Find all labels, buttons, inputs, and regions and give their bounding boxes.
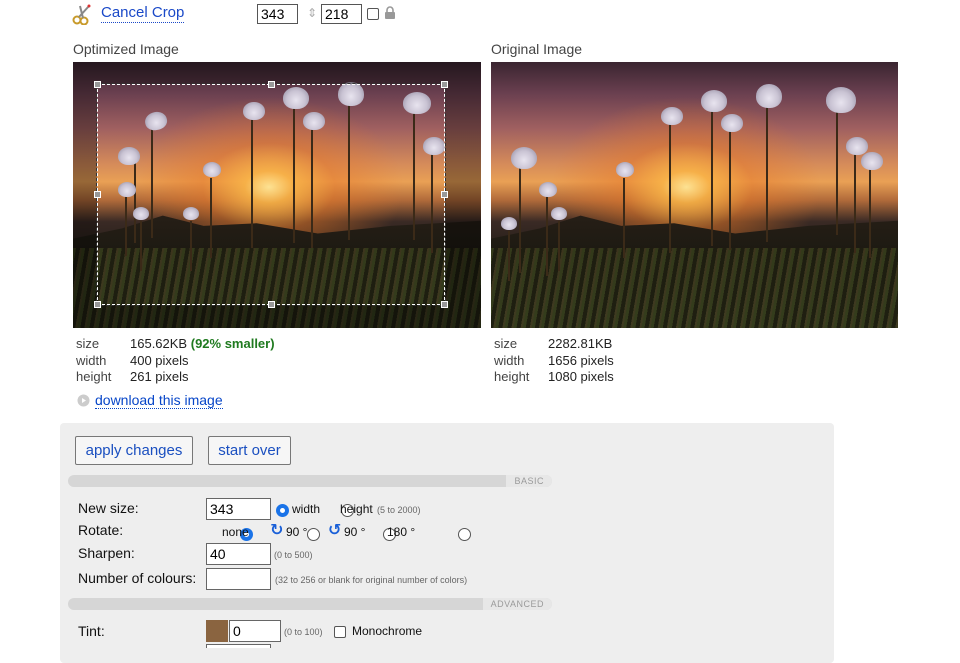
- basic-section-bar[interactable]: BASIC: [68, 475, 552, 487]
- next-row-input[interactable]: [206, 644, 271, 648]
- rotate-ccw-label: 90 °: [344, 525, 366, 539]
- new-size-label: New size:: [78, 500, 139, 516]
- optimized-image-title: Optimized Image: [73, 41, 179, 57]
- height-value: 1080 pixels: [548, 369, 614, 384]
- size-height-label: height: [340, 502, 373, 516]
- sharpen-input[interactable]: [206, 543, 271, 565]
- size-value: 165.62KB: [130, 336, 188, 351]
- width-value: 1656 pixels: [548, 352, 614, 368]
- rotate-cw-icon: ↻: [270, 522, 284, 539]
- download-image-link[interactable]: download this image: [95, 392, 223, 409]
- advanced-section-label: ADVANCED: [482, 598, 552, 610]
- size-value: 2282.81KB: [548, 336, 613, 351]
- colours-hint: (32 to 256 or blank for original number …: [275, 575, 468, 585]
- crop-height-input[interactable]: [321, 4, 362, 24]
- crop-handle-s[interactable]: [268, 301, 275, 308]
- basic-section-label: BASIC: [506, 475, 552, 487]
- width-value: 400 pixels: [130, 352, 189, 368]
- height-key: height: [76, 369, 112, 384]
- original-stats: size 2282.81KB width 1656 pixels height 108…: [494, 336, 614, 386]
- lock-icon: [383, 6, 397, 25]
- scissors-icon[interactable]: [72, 3, 94, 26]
- tint-input[interactable]: [229, 620, 281, 642]
- sharpen-hint: (0 to 500): [274, 550, 313, 560]
- crop-handle-se[interactable]: [441, 301, 448, 308]
- crop-handle-w[interactable]: [94, 191, 101, 198]
- rotate-label: Rotate:: [78, 522, 124, 538]
- apply-changes-button[interactable]: apply changes: [75, 436, 193, 465]
- lock-aspect-checkbox[interactable]: [367, 8, 379, 20]
- height-key: height: [494, 369, 530, 384]
- rotate-cw-label: 90 °: [286, 525, 308, 539]
- colours-input[interactable]: [206, 568, 271, 590]
- advanced-section-bar[interactable]: ADVANCED: [68, 598, 552, 610]
- crop-handle-nw[interactable]: [94, 81, 101, 88]
- height-value: 261 pixels: [130, 369, 189, 384]
- colours-label: Number of colours:: [78, 570, 197, 586]
- crop-handle-sw[interactable]: [94, 301, 101, 308]
- sharpen-label: Sharpen:: [78, 545, 135, 561]
- size-key: size: [494, 336, 518, 351]
- size-key: size: [76, 336, 100, 351]
- cancel-crop-link[interactable]: Cancel Crop: [101, 4, 185, 23]
- size-saving: (92% smaller): [190, 336, 275, 351]
- optimized-image[interactable]: [73, 62, 481, 328]
- rotate-none-label: none: [222, 525, 249, 539]
- crop-selection[interactable]: [96, 83, 446, 306]
- original-image: [491, 62, 898, 328]
- new-size-input[interactable]: [206, 498, 271, 520]
- crop-width-input[interactable]: [257, 4, 298, 24]
- width-key: width: [494, 352, 525, 368]
- monochrome-checkbox[interactable]: [334, 626, 346, 638]
- tint-label: Tint:: [78, 623, 105, 639]
- crop-handle-n[interactable]: [268, 81, 275, 88]
- size-width-label: width: [292, 502, 321, 516]
- swap-arrows-icon[interactable]: ⇕: [307, 6, 317, 20]
- original-image-title: Original Image: [491, 41, 583, 57]
- optimized-stats: size 165.62KB (92% smaller) width 400 pixe…: [76, 336, 275, 386]
- width-key: width: [76, 352, 107, 368]
- tint-color-swatch[interactable]: [206, 620, 228, 642]
- crop-handle-ne[interactable]: [441, 81, 448, 88]
- size-hint: (5 to 2000): [377, 505, 421, 515]
- crop-handle-e[interactable]: [441, 191, 448, 198]
- rotate-ccw-icon: ↺: [328, 522, 342, 539]
- start-over-button[interactable]: start over: [208, 436, 291, 465]
- play-circle-icon: [77, 394, 90, 412]
- monochrome-label: Monochrome: [352, 624, 423, 638]
- rotate-180-label: 180 °: [387, 525, 416, 539]
- tint-hint: (0 to 100): [284, 627, 323, 637]
